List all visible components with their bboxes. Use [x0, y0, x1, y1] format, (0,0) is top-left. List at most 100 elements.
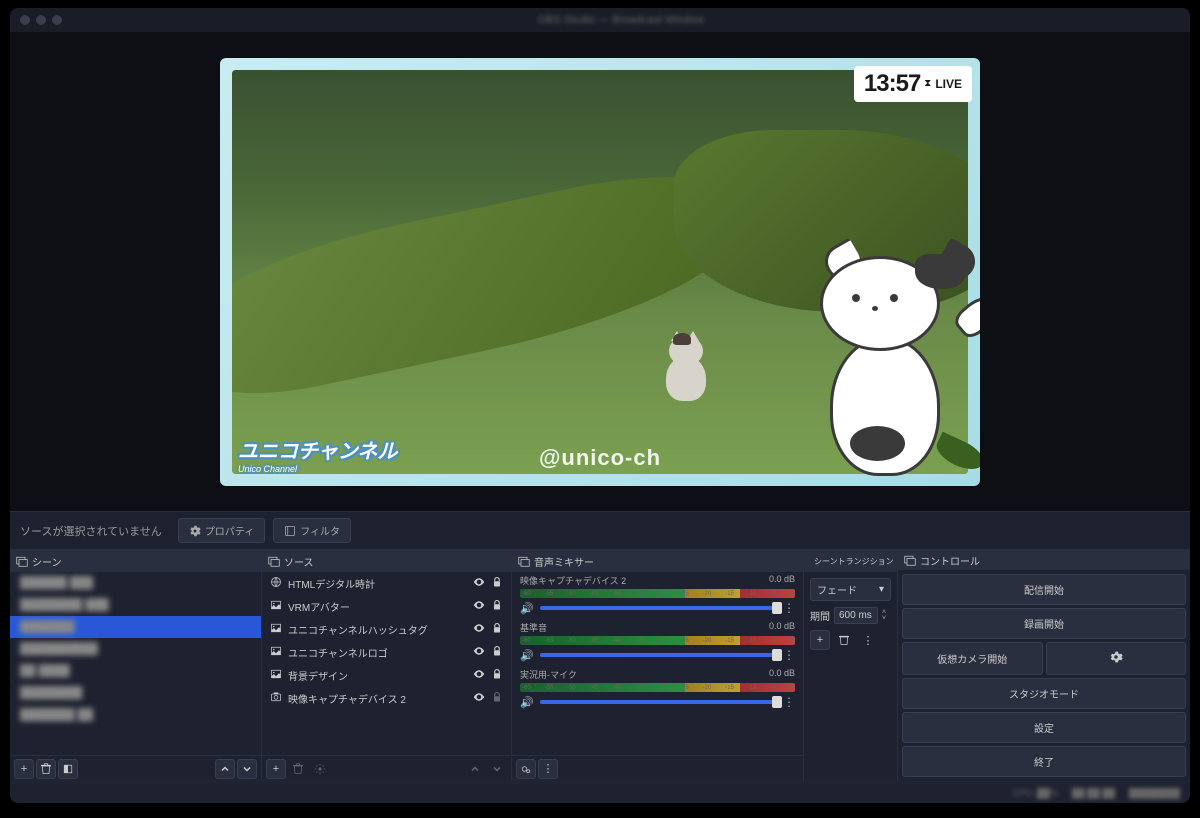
- maximize-window-icon[interactable]: [52, 15, 62, 25]
- mixer-menu-button[interactable]: ⋮: [783, 601, 795, 615]
- globe-icon: [270, 576, 282, 591]
- speaker-icon[interactable]: 🔊: [520, 602, 534, 615]
- lock-icon: [491, 576, 503, 588]
- source-properties-button[interactable]: [310, 759, 330, 779]
- live-label: LIVE: [935, 77, 962, 91]
- mixer-menu-button[interactable]: ⋮: [538, 759, 558, 779]
- scene-item[interactable]: ████████: [10, 682, 261, 704]
- add-scene-button[interactable]: +: [14, 759, 34, 779]
- gear-icon: [1109, 650, 1123, 664]
- start-streaming-button[interactable]: 配信開始: [902, 574, 1186, 605]
- visibility-toggle[interactable]: [473, 668, 485, 683]
- image-icon: [270, 622, 282, 637]
- source-item[interactable]: 映像キャプチャデバイス 2: [262, 687, 511, 710]
- source-up-button[interactable]: [465, 759, 485, 779]
- scene-item[interactable]: ██████████: [10, 638, 261, 660]
- source-item[interactable]: VRMアバター: [262, 595, 511, 618]
- lock-icon: [491, 691, 503, 703]
- add-source-button[interactable]: +: [266, 759, 286, 779]
- gear-icon: [314, 763, 326, 775]
- scene-up-button[interactable]: [215, 759, 235, 779]
- visibility-toggle[interactable]: [473, 645, 485, 660]
- visibility-toggle[interactable]: [473, 691, 485, 706]
- mixer-menu-button[interactable]: ⋮: [783, 648, 795, 662]
- source-label: HTMLデジタル時計: [288, 576, 467, 591]
- duration-input[interactable]: [834, 607, 878, 624]
- app-window: OBS Studio — Broadcast Window: [10, 8, 1190, 803]
- source-item[interactable]: HTMLデジタル時計: [262, 572, 511, 595]
- source-item[interactable]: ユニコチャンネルハッシュタグ: [262, 618, 511, 641]
- remove-source-button[interactable]: [288, 759, 308, 779]
- lock-toggle[interactable]: [491, 691, 503, 706]
- exit-button[interactable]: 終了: [902, 746, 1186, 777]
- close-window-icon[interactable]: [20, 15, 30, 25]
- filters-button[interactable]: フィルタ: [273, 518, 351, 543]
- speaker-icon[interactable]: 🔊: [520, 649, 534, 662]
- lock-toggle[interactable]: [491, 622, 503, 637]
- scene-down-button[interactable]: [237, 759, 257, 779]
- visibility-toggle[interactable]: [473, 576, 485, 591]
- speaker-icon[interactable]: 🔊: [520, 696, 534, 709]
- dock-icon: [268, 555, 280, 567]
- studio-mode-button[interactable]: スタジオモード: [902, 678, 1186, 709]
- transitions-header: シーントランジション: [804, 550, 897, 572]
- audio-meter: -60-55-50-45-40-35-30-25-20-15-10-50: [520, 589, 795, 598]
- scene-item[interactable]: ██ ████: [10, 660, 261, 682]
- mixer-menu-button[interactable]: ⋮: [783, 695, 795, 709]
- start-recording-button[interactable]: 録画開始: [902, 608, 1186, 639]
- cat-figurine: [659, 331, 714, 401]
- gear-advanced-icon: [520, 763, 532, 775]
- sources-header: ソース: [262, 550, 511, 572]
- properties-button[interactable]: プロパティ: [178, 518, 265, 543]
- lock-toggle[interactable]: [491, 576, 503, 591]
- scene-item[interactable]: ███████ ██: [10, 704, 261, 726]
- mixer-db: 0.0 dB: [769, 668, 795, 681]
- eye-icon: [473, 645, 485, 657]
- remove-scene-button[interactable]: [36, 759, 56, 779]
- scene-item[interactable]: ██████ ███: [10, 572, 261, 594]
- titlebar: OBS Studio — Broadcast Window: [10, 8, 1190, 32]
- visibility-toggle[interactable]: [473, 622, 485, 637]
- add-transition-button[interactable]: +: [810, 630, 830, 650]
- sources-list: HTMLデジタル時計 VRMアバター ユニコチャンネルハッシュタグ ユニコチャン…: [262, 572, 511, 755]
- lock-toggle[interactable]: [491, 668, 503, 683]
- minimize-window-icon[interactable]: [36, 15, 46, 25]
- volume-slider[interactable]: [540, 700, 777, 704]
- scenes-list: ██████ ███████████ █████████████████████…: [10, 572, 261, 755]
- trash-icon: [838, 634, 850, 646]
- lock-toggle[interactable]: [491, 645, 503, 660]
- trash-icon: [292, 763, 304, 775]
- chevron-down-icon: [491, 763, 503, 775]
- transition-menu-button[interactable]: ⋮: [858, 630, 878, 650]
- scene-item[interactable]: ███████: [10, 616, 261, 638]
- controls-panel: コントロール 配信開始 録画開始 仮想カメラ開始 スタジオモード 設定 終了: [898, 550, 1190, 781]
- eye-icon: [473, 691, 485, 703]
- mixer-db: 0.0 dB: [769, 621, 795, 634]
- source-item[interactable]: 背景デザイン: [262, 664, 511, 687]
- scene-item[interactable]: ████████ ███: [10, 594, 261, 616]
- scene-filter-button[interactable]: [58, 759, 78, 779]
- image-icon: [270, 668, 282, 683]
- volume-slider[interactable]: [540, 653, 777, 657]
- settings-button[interactable]: 設定: [902, 712, 1186, 743]
- mixer-advanced-button[interactable]: [516, 759, 536, 779]
- lock-toggle[interactable]: [491, 599, 503, 614]
- start-vcam-button[interactable]: 仮想カメラ開始: [902, 642, 1043, 675]
- duration-spinner[interactable]: ˄˅: [882, 610, 886, 622]
- volume-slider[interactable]: [540, 606, 777, 610]
- scenes-panel: シーン ██████ ███████████ █████████████████…: [10, 550, 262, 781]
- visibility-toggle[interactable]: [473, 599, 485, 614]
- preview-area[interactable]: 13:57 ⧗ LIVE ユニコチャンネル Unico Channel @uni…: [10, 32, 1190, 511]
- clock-time: 13:57: [864, 70, 920, 98]
- controls-header: コントロール: [898, 550, 1190, 570]
- sources-footer: +: [262, 755, 511, 781]
- chevron-up-icon: [469, 763, 481, 775]
- vcam-settings-button[interactable]: [1046, 642, 1187, 675]
- source-label: ユニコチャンネルロゴ: [288, 645, 467, 660]
- remove-transition-button[interactable]: [834, 630, 854, 650]
- mixer-panel: 音声ミキサー 映像キャプチャデバイス 20.0 dB -60-55-50-45-…: [512, 550, 804, 781]
- transitions-panel: シーントランジション フェード ▾ 期間 ˄˅ + ⋮: [804, 550, 898, 781]
- transition-select[interactable]: フェード ▾: [810, 578, 891, 601]
- source-item[interactable]: ユニコチャンネルロゴ: [262, 641, 511, 664]
- source-down-button[interactable]: [487, 759, 507, 779]
